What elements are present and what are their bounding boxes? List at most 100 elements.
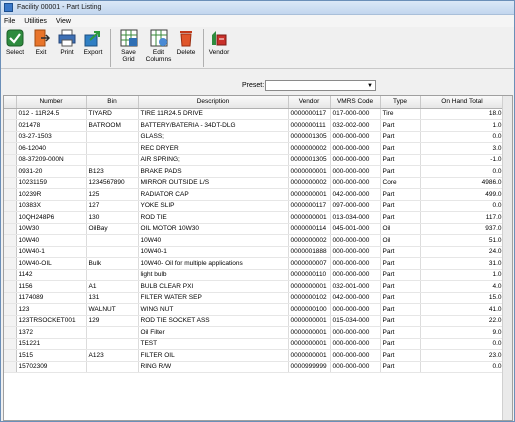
cell-vmrs-code[interactable]: 000-000-000 <box>330 303 381 316</box>
cell-bin[interactable] <box>86 326 139 339</box>
cell-bin[interactable]: BATROOM <box>86 119 139 132</box>
cell-type[interactable]: Part <box>380 303 421 316</box>
cell-vendor[interactable]: 0000000001 <box>288 338 331 350</box>
cell-vendor[interactable]: 0000999999 <box>288 361 331 373</box>
cell-vendor[interactable]: 0000000002 <box>288 142 331 155</box>
cell-on-hand-total[interactable]: 0.0 <box>420 338 505 350</box>
table-row[interactable]: 06-12040 REC DRYER 0000000002 000-000-000 Pa… <box>4 142 505 155</box>
cell-description[interactable]: GLASS; <box>138 131 289 143</box>
cell-type[interactable]: Oil <box>380 234 421 247</box>
cell-description[interactable]: RING R/W <box>138 361 289 373</box>
cell-on-hand-total[interactable]: 1.0 <box>420 119 505 132</box>
cell-type[interactable]: Tire <box>380 108 421 120</box>
cell-bin[interactable]: 127 <box>86 200 139 212</box>
column-header-number[interactable]: Number <box>16 96 87 109</box>
cell-number[interactable]: 021478 <box>16 119 87 132</box>
select-button[interactable]: Select <box>3 29 27 56</box>
cell-number[interactable]: 1174089 <box>16 292 87 304</box>
cell-number[interactable]: 1156 <box>16 280 87 293</box>
cell-vmrs-code[interactable]: 000-000-000 <box>330 177 381 189</box>
cell-vendor[interactable]: 0000001305 <box>288 154 331 166</box>
cell-bin[interactable] <box>86 142 139 155</box>
table-row[interactable]: 1515 A123 FILTER OIL 0000000001 000-000-000 P… <box>4 349 505 362</box>
cell-on-hand-total[interactable]: 117.0 <box>420 211 505 224</box>
cell-bin[interactable]: A1 <box>86 280 139 293</box>
table-row[interactable]: 10231159 1234567890 MIRROR OUTSIDE L/S 0000… <box>4 177 505 189</box>
cell-description[interactable]: FILTER OIL <box>138 349 289 362</box>
cell-vendor[interactable]: 0000000001 <box>288 349 331 362</box>
cell-vmrs-code[interactable]: 000-000-000 <box>330 142 381 155</box>
row-selector[interactable] <box>4 154 17 166</box>
cell-on-hand-total[interactable]: 0.0 <box>420 361 505 373</box>
column-header-type[interactable]: Type <box>380 96 421 109</box>
cell-description[interactable]: TEST <box>138 338 289 350</box>
table-row[interactable]: 021478 BATROOM BATTERY/BATERIA - 34DT-DLG 0… <box>4 119 505 132</box>
cell-on-hand-total[interactable]: 499.0 <box>420 188 505 201</box>
table-row[interactable]: 123TRSOCKET001 129 ROD TIE SOCKET ASS 00000… <box>4 315 505 327</box>
row-selector[interactable] <box>4 131 17 143</box>
table-row[interactable]: 10W30 OilBay OIL MOTOR 10W30 0000000114 045-… <box>4 223 505 235</box>
table-row[interactable]: 10239R 125 RADIATOR CAP 0000000001 042-000-0… <box>4 188 505 201</box>
cell-vmrs-code[interactable]: 042-000-000 <box>330 188 381 201</box>
cell-bin[interactable]: 130 <box>86 211 139 224</box>
exit-button[interactable]: Exit <box>29 29 53 56</box>
cell-type[interactable]: Part <box>380 165 421 178</box>
cell-vmrs-code[interactable]: 013-034-000 <box>330 211 381 224</box>
vertical-scrollbar[interactable] <box>502 96 512 420</box>
cell-number[interactable]: 10QH248P6 <box>16 211 87 224</box>
row-selector[interactable] <box>4 361 17 373</box>
cell-bin[interactable]: A123 <box>86 349 139 362</box>
cell-vendor[interactable]: 0000000111 <box>288 119 331 132</box>
menu-view[interactable]: View <box>56 18 71 25</box>
cell-type[interactable]: Part <box>380 119 421 132</box>
cell-number[interactable]: 10231159 <box>16 177 87 189</box>
cell-number[interactable]: 1515 <box>16 349 87 362</box>
cell-vmrs-code[interactable]: 000-000-000 <box>330 349 381 362</box>
cell-vmrs-code[interactable]: 000-000-000 <box>330 361 381 373</box>
cell-vendor[interactable]: 0000000117 <box>288 108 331 120</box>
row-selector[interactable] <box>4 280 17 293</box>
cell-number[interactable]: 08-37209-000N <box>16 154 87 166</box>
cell-description[interactable]: BRAKE PADS <box>138 165 289 178</box>
row-selector[interactable] <box>4 165 17 178</box>
cell-vendor[interactable]: 0000000001 <box>288 326 331 339</box>
column-header-vmrs-code[interactable]: VMRS Code <box>330 96 381 109</box>
row-selector[interactable] <box>4 119 17 132</box>
cell-vmrs-code[interactable]: 000-000-000 <box>330 338 381 350</box>
menu-file[interactable]: File <box>4 18 15 25</box>
vendor-button[interactable]: Vendor <box>207 29 231 56</box>
cell-number[interactable]: 123 <box>16 303 87 316</box>
cell-description[interactable]: REC DRYER <box>138 142 289 155</box>
cell-number[interactable]: 151221 <box>16 338 87 350</box>
cell-on-hand-total[interactable]: 1.0 <box>420 269 505 281</box>
cell-vendor[interactable]: 0000000114 <box>288 223 331 235</box>
cell-vmrs-code[interactable]: 000-000-000 <box>330 246 381 258</box>
table-row[interactable]: 10383X 127 YOKE SLIP 0000000117 097-000-000 P… <box>4 200 505 212</box>
cell-vendor[interactable]: 0000001305 <box>288 131 331 143</box>
cell-type[interactable]: Part <box>380 349 421 362</box>
cell-on-hand-total[interactable]: 22.0 <box>420 315 505 327</box>
table-row[interactable]: 10W40-OIL Bulk 10W40- Oil for multiple app… <box>4 257 505 270</box>
cell-on-hand-total[interactable]: 9.0 <box>420 326 505 339</box>
cell-bin[interactable]: Bulk <box>86 257 139 270</box>
cell-vendor[interactable]: 0000000100 <box>288 303 331 316</box>
row-selector[interactable] <box>4 303 17 316</box>
cell-bin[interactable]: 1234567890 <box>86 177 139 189</box>
table-row[interactable]: 03-27-1503 GLASS; 0000001305 000-000-000 Par… <box>4 131 505 143</box>
cell-type[interactable]: Core <box>380 177 421 189</box>
cell-description[interactable]: OIL MOTOR 10W30 <box>138 223 289 235</box>
table-row[interactable]: 0931-20 B123 BRAKE PADS 0000000001 000-000-0… <box>4 165 505 178</box>
delete-button[interactable]: Delete <box>174 29 198 56</box>
cell-vendor[interactable]: 0000001888 <box>288 246 331 258</box>
table-row[interactable]: 1174089 131 FILTER WATER SEP 0000000102 042-… <box>4 292 505 304</box>
cell-vmrs-code[interactable]: 000-000-000 <box>330 131 381 143</box>
table-row[interactable]: 012 - 11R24.5 TIYARD TIRE 11R24.5 DRIVE 000… <box>4 108 505 120</box>
cell-vmrs-code[interactable]: 000-000-000 <box>330 269 381 281</box>
cell-type[interactable]: Part <box>380 188 421 201</box>
cell-type[interactable]: Part <box>380 131 421 143</box>
cell-type[interactable]: Part <box>380 246 421 258</box>
cell-description[interactable]: FILTER WATER SEP <box>138 292 289 304</box>
cell-description[interactable]: Oil Filter <box>138 326 289 339</box>
column-header-description[interactable]: Description <box>138 96 289 109</box>
row-selector[interactable] <box>4 108 17 120</box>
